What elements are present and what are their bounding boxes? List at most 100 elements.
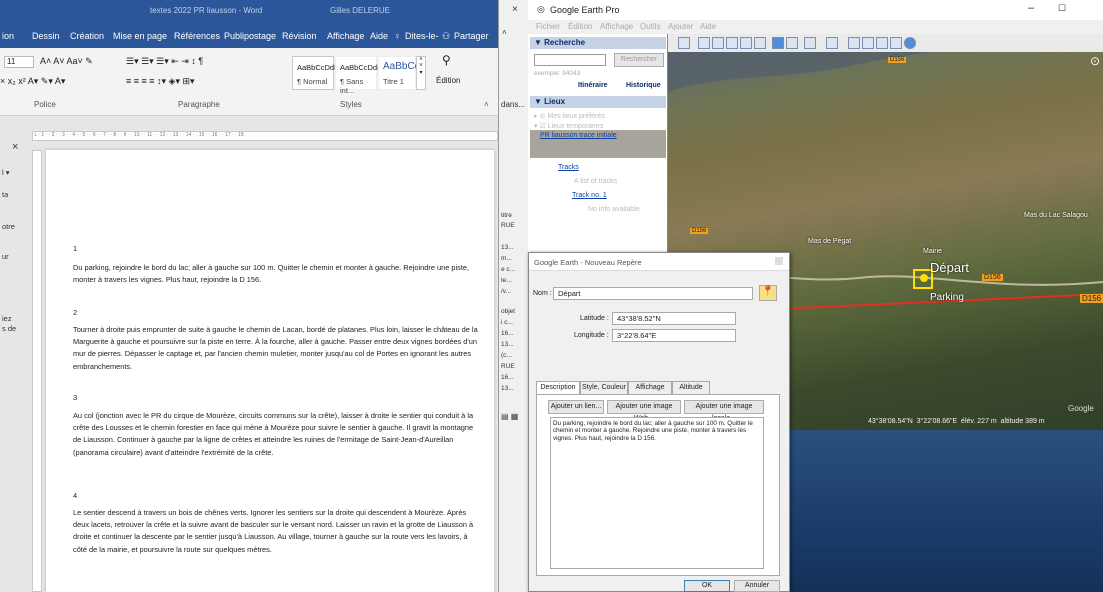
tracks-description: A list of tracks (574, 178, 618, 185)
place-track-no-1[interactable]: Track no. 1 (572, 192, 607, 199)
email-icon[interactable] (848, 37, 860, 49)
tab-mise-en-page[interactable]: Mise en page (113, 31, 167, 41)
map-label-depart[interactable]: Départ (930, 260, 969, 275)
maps-icon[interactable] (890, 37, 902, 49)
collapse-ribbon-icon[interactable]: ˄ (484, 100, 489, 109)
status-latitude: 43°38'08.54"N (868, 418, 913, 425)
document-page[interactable]: 1 Du parking, rejoindre le bord du lac; … (46, 150, 494, 592)
place-pr-liausson[interactable]: PR liausson trace initiale (540, 132, 617, 139)
tab-affichage[interactable]: Affichage (327, 31, 364, 41)
places-panel-header[interactable]: ▼ Lieux (530, 96, 666, 108)
group-paragraphe-label: Paragraphe (178, 100, 220, 109)
history-link[interactable]: Historique (626, 82, 661, 89)
path-icon[interactable] (726, 37, 738, 49)
sun-icon[interactable] (786, 37, 798, 49)
tab-style-couleur[interactable]: Style, Couleur (580, 381, 628, 395)
ruler-icon[interactable] (826, 37, 838, 49)
overlay-icon[interactable] (740, 37, 752, 49)
horizontal-ruler[interactable]: L · 1 · · 2 · · 3 · · 4 · · 5 · · 6 · · … (32, 131, 498, 141)
dialog-close-icon[interactable] (775, 257, 783, 265)
tab-aide[interactable]: Aide (370, 31, 388, 41)
close-icon[interactable]: × (12, 141, 18, 153)
ok-button[interactable]: OK (684, 580, 730, 592)
tab-altitude[interactable]: Altitude (672, 381, 710, 395)
font-size-select[interactable]: 11 (4, 56, 34, 68)
tab-creation[interactable]: Création (70, 31, 104, 41)
align-icons[interactable]: ≡ ≡ ≡ ≡ ↕▾ ◈▾ ⊞▾ (126, 76, 195, 87)
tab-references[interactable]: Références (174, 31, 220, 41)
status-elevation-label: élév. (961, 418, 976, 425)
compass-icon[interactable]: ⊙ (1090, 54, 1100, 68)
style-normal[interactable]: AaBbCcDdE ¶ Normal (292, 56, 339, 90)
placemark-icon[interactable] (698, 37, 710, 49)
maximize-icon[interactable]: ☐ (1058, 3, 1066, 14)
search-panel-header[interactable]: ▼ Recherche (530, 37, 666, 49)
google-earth-title-bar: ◎ Google Earth Pro – ☐ (528, 0, 1103, 20)
selected-place-row[interactable]: PR liausson trace initiale (530, 130, 666, 158)
paragraph-number: 3 (73, 393, 78, 402)
pushpin-icon[interactable]: 📍 (759, 285, 777, 301)
list-icons[interactable]: ☰▾ ☰▾ ☰▾ ⇤ ⇥ ↕ ¶ (126, 56, 203, 67)
place-lieux-temporaires[interactable]: ▾ ☑ Lieux temporaires (534, 122, 603, 130)
sidebar-toggle-icon[interactable] (678, 37, 690, 49)
itinerary-link[interactable]: Itinéraire (578, 82, 608, 89)
vertical-ruler[interactable] (32, 150, 42, 592)
tab-insertion[interactable]: ion (2, 31, 14, 41)
polygon-icon[interactable] (712, 37, 724, 49)
tab-revision[interactable]: Révision (282, 31, 317, 41)
menu-fichier[interactable]: Fichier (536, 22, 560, 31)
grow-font-icon[interactable]: A˄ A˅ Aa˅ ✎ (40, 56, 93, 67)
place-mes-lieux[interactable]: ▸ ◎ Mes lieux préférés (534, 112, 605, 120)
menu-affichage[interactable]: Affichage (600, 22, 633, 31)
cancel-button[interactable]: Annuler (734, 580, 780, 592)
tour-icon[interactable] (754, 37, 766, 49)
name-input[interactable]: Départ (553, 287, 753, 300)
menu-outils[interactable]: Outils (640, 22, 660, 31)
latitude-input[interactable]: 43°38'8.52"N (612, 312, 736, 325)
earth-icon[interactable] (904, 37, 916, 49)
add-link-button[interactable]: Ajouter un lien... (548, 400, 604, 414)
share-button[interactable]: Partager (454, 31, 489, 41)
place-tracks[interactable]: Tracks (558, 164, 579, 171)
view-icons[interactable]: ▤ ▦ (501, 412, 518, 421)
map-label-parking[interactable]: Parking (930, 292, 964, 303)
style-titre-1[interactable]: AaBbCcI Titre 1 (378, 56, 422, 90)
menu-aide[interactable]: Aide (700, 22, 716, 31)
style-sans-interligne[interactable]: AaBbCcDdE ¶ Sans int... (335, 56, 382, 95)
minimize-icon[interactable]: – (1028, 2, 1034, 14)
pane-text-5: s de (2, 324, 17, 333)
pane-text-1: ta (2, 190, 9, 199)
word-user-name: Gilles DELERUE (330, 6, 391, 15)
earth-app-icon: ◎ (537, 4, 545, 14)
search-field[interactable]: dans... (501, 100, 525, 109)
map-label-mairie[interactable]: Mairie (923, 248, 942, 255)
edition-button[interactable]: Édition (436, 76, 460, 85)
tab-affichage[interactable]: Affichage (628, 381, 672, 395)
earth-search-input[interactable] (534, 54, 606, 66)
longitude-input[interactable]: 3°22'8.64"E (612, 329, 736, 342)
tab-description[interactable]: Description (536, 381, 580, 395)
add-local-image-button[interactable]: Ajouter une image locale... (684, 400, 764, 422)
save-image-icon[interactable] (876, 37, 888, 49)
tell-me-search[interactable]: Dites-le- (405, 31, 439, 41)
status-altitude-label: altitude (1000, 418, 1024, 425)
font-format-icons[interactable]: × x₂ x² A▾ ✎▾ A▾ (0, 76, 65, 87)
search-icon[interactable]: ⚲ (442, 53, 451, 67)
close-icon[interactable]: × (512, 4, 518, 15)
earth-menu-bar: Fichier Édition Affichage Outils Ajouter… (528, 20, 1103, 34)
menu-ajouter[interactable]: Ajouter (668, 22, 693, 31)
tab-publipostage[interactable]: Publipostage (224, 31, 276, 41)
historical-imagery-icon[interactable] (772, 37, 784, 49)
tab-dessin[interactable]: Dessin (32, 31, 60, 41)
map-label-mas-de-pegat[interactable]: Mas de Pégat (808, 238, 851, 245)
styles-scroll[interactable]: ˄ ˅ ▾ (416, 56, 426, 90)
map-label-lac[interactable]: Mas du Lac Salagou (1024, 212, 1088, 219)
chevron-up-icon[interactable]: ˄ (502, 28, 507, 37)
earth-search-button[interactable]: Rechercher (614, 53, 664, 67)
planets-icon[interactable] (804, 37, 816, 49)
add-web-image-button[interactable]: Ajouter une image Web... (607, 400, 681, 422)
description-textarea[interactable]: Du parking, rejoindre le bord du lac; al… (550, 417, 764, 569)
pane-dropdown[interactable]: l ▾ (2, 168, 10, 177)
print-icon[interactable] (862, 37, 874, 49)
menu-edition[interactable]: Édition (568, 22, 592, 31)
